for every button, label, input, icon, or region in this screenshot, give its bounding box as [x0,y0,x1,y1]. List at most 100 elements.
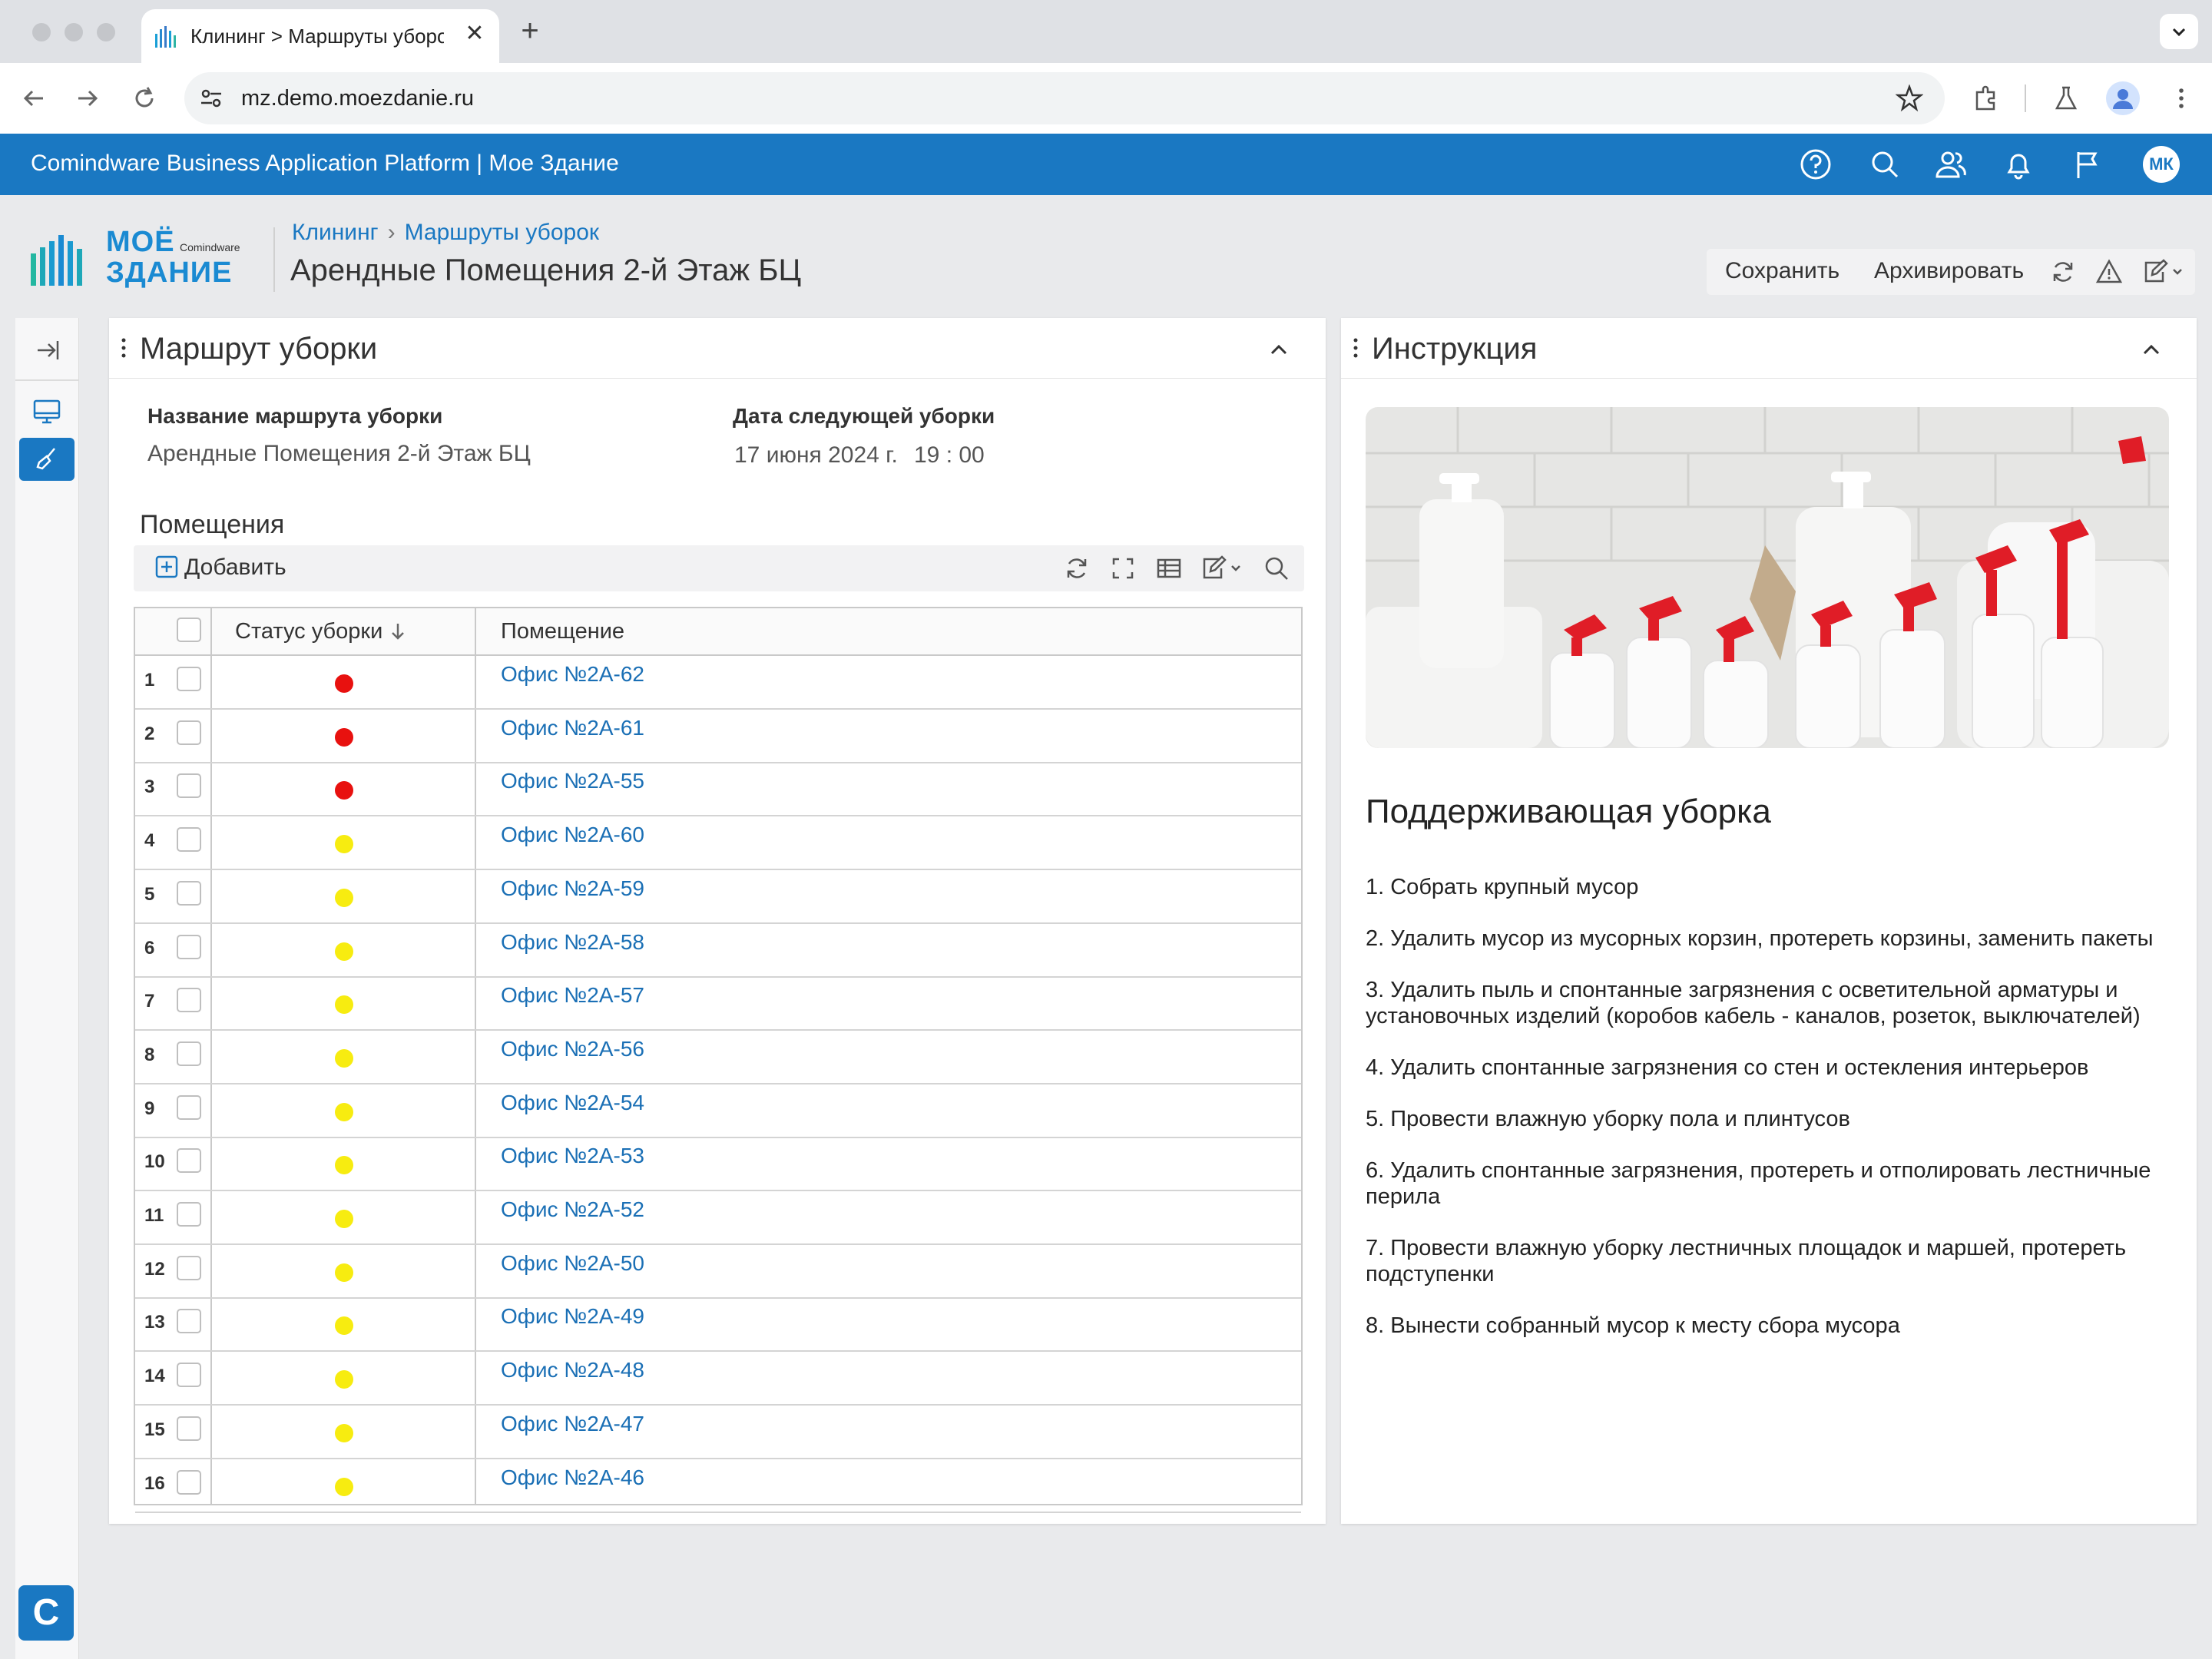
status-indicator-red [335,727,353,747]
row-number: 7 [144,991,155,1012]
table-row[interactable]: 2 Офис №2А-61 [135,708,1301,763]
flag-icon[interactable] [2071,147,2104,181]
profile-avatar[interactable] [2106,81,2140,115]
column-header-status[interactable]: Статус уборки [235,619,407,644]
table-row[interactable]: 7 Офис №2А-57 [135,975,1301,1031]
row-checkbox[interactable] [177,934,201,959]
collapse-chevron-up-icon[interactable] [1267,338,1290,361]
row-checkbox[interactable] [177,1148,201,1174]
room-link[interactable]: Офис №2А-60 [501,823,644,847]
user-avatar[interactable]: МК [2143,146,2180,183]
tab-title: Клининг > Маршруты уборок [190,25,444,48]
table-row[interactable]: 6 Офис №2А-58 [135,922,1301,978]
window-close-button[interactable] [32,23,51,41]
room-link[interactable]: Офис №2А-50 [501,1251,644,1276]
address-bar[interactable]: mz.demo.moezdanie.ru [184,72,1945,124]
row-checkbox[interactable] [177,827,201,853]
row-checkbox[interactable] [177,720,201,745]
browser-tab[interactable]: Клининг > Маршруты уборок ✕ [141,9,499,63]
table-row[interactable]: 16 Офис №2А-46 [135,1458,1301,1513]
add-room-button[interactable]: Добавить [155,555,286,581]
drag-handle-icon[interactable] [121,338,126,358]
row-checkbox[interactable] [177,1469,201,1495]
grid-search-icon[interactable] [1263,555,1290,582]
select-all-checkbox[interactable] [177,618,201,642]
drag-handle-icon[interactable] [1353,338,1358,358]
comindware-app-button[interactable]: C [18,1585,74,1641]
table-row[interactable]: 8 Офис №2А-56 [135,1029,1301,1084]
table-row[interactable]: 10 Офис №2А-53 [135,1136,1301,1192]
row-checkbox[interactable] [177,1255,201,1280]
room-link[interactable]: Офис №2А-48 [501,1358,644,1382]
browser-toolbar: mz.demo.moezdanie.ru [0,63,2212,134]
back-arrow-icon[interactable] [18,83,49,114]
extensions-icon[interactable] [1971,83,2002,114]
table-row[interactable]: 13 Офис №2А-49 [135,1296,1301,1353]
room-link[interactable]: Офис №2А-49 [501,1304,644,1329]
breadcrumb-cleaning[interactable]: Клининг [292,220,379,245]
edit-dropdown-icon[interactable] [2141,258,2184,286]
tab-close-icon[interactable]: ✕ [461,20,488,48]
table-row[interactable]: 4 Офис №2А-60 [135,815,1301,871]
grid-refresh-icon[interactable] [1063,555,1091,582]
forward-arrow-icon[interactable] [72,83,103,114]
tab-search-button[interactable] [2160,14,2198,49]
row-checkbox[interactable] [177,1202,201,1227]
table-row[interactable]: 14 Офис №2А-48 [135,1350,1301,1406]
warning-icon[interactable] [2095,258,2123,286]
room-link[interactable]: Офис №2А-52 [501,1197,644,1222]
row-checkbox[interactable] [177,1416,201,1441]
expand-sidebar-icon[interactable] [19,329,75,372]
room-link[interactable]: Офис №2А-55 [501,769,644,793]
help-icon[interactable] [1799,147,1833,181]
page-title: Арендные Помещения 2-й Этаж БЦ [290,253,802,287]
table-row[interactable]: 3 Офис №2А-55 [135,761,1301,817]
breadcrumb-routes[interactable]: Маршруты уборок [405,220,599,245]
table-row[interactable]: 5 Офис №2А-59 [135,869,1301,924]
collapse-chevron-up-icon[interactable] [2140,338,2163,361]
cleaning-section-button[interactable] [19,438,75,481]
room-link[interactable]: Офис №2А-56 [501,1037,644,1061]
row-checkbox[interactable] [177,773,201,799]
room-link[interactable]: Офис №2А-58 [501,930,644,955]
room-link[interactable]: Офис №2А-57 [501,983,644,1008]
row-checkbox[interactable] [177,1041,201,1066]
users-icon[interactable] [1932,147,1966,181]
archive-button[interactable]: Архивировать [1874,258,2024,284]
new-tab-button[interactable]: + [513,14,547,48]
row-checkbox[interactable] [177,1094,201,1120]
window-minimize-button[interactable] [65,23,83,41]
room-link[interactable]: Офис №2А-54 [501,1091,644,1115]
row-checkbox[interactable] [177,988,201,1013]
room-link[interactable]: Офис №2А-59 [501,876,644,901]
notifications-bell-icon[interactable] [2002,147,2035,181]
reload-icon[interactable] [129,83,160,114]
table-row[interactable]: 15 Офис №2А-47 [135,1404,1301,1459]
room-link[interactable]: Офис №2А-62 [501,662,644,687]
table-row[interactable]: 12 Офис №2А-50 [135,1243,1301,1299]
desktop-icon[interactable] [19,390,75,433]
room-link[interactable]: Офис №2А-47 [501,1412,644,1436]
bookmark-star-icon[interactable] [1896,84,1923,112]
fullscreen-icon[interactable] [1109,555,1137,582]
refresh-icon[interactable] [2049,258,2077,286]
search-icon[interactable] [1868,147,1902,181]
save-button[interactable]: Сохранить [1725,258,1839,284]
table-row[interactable]: 11 Офис №2А-52 [135,1190,1301,1245]
row-checkbox[interactable] [177,880,201,906]
row-checkbox[interactable] [177,1309,201,1334]
grid-edit-dropdown-icon[interactable] [1200,555,1249,582]
table-row[interactable]: 1 Офис №2А-62 [135,654,1301,710]
browser-menu-icon[interactable] [2166,83,2197,114]
column-header-room[interactable]: Помещение [501,619,624,644]
row-checkbox[interactable] [177,1363,201,1388]
table-view-icon[interactable] [1155,555,1183,582]
labs-flask-icon[interactable] [2051,83,2081,114]
room-link[interactable]: Офис №2А-61 [501,716,644,740]
site-settings-icon[interactable] [200,88,223,109]
room-link[interactable]: Офис №2А-53 [501,1144,644,1168]
window-maximize-button[interactable] [97,23,115,41]
row-checkbox[interactable] [177,667,201,691]
room-link[interactable]: Офис №2А-46 [501,1465,644,1490]
table-row[interactable]: 9 Офис №2А-54 [135,1083,1301,1138]
